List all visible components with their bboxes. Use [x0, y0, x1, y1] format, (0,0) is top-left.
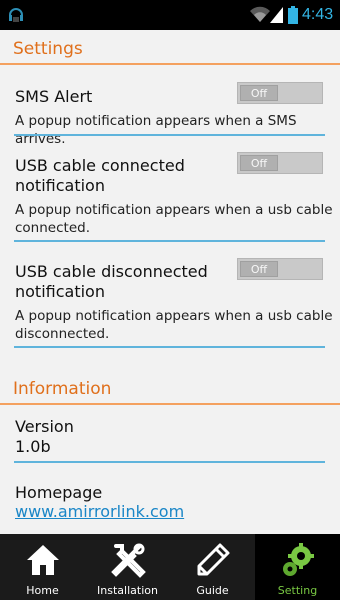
usb-disconnected-description-line1: A popup notification appears when a usb … [15, 308, 333, 324]
nav-installation[interactable]: Installation [85, 534, 170, 600]
homepage-item[interactable]: Homepage www.amirrorlink.com [0, 480, 340, 534]
homepage-label: Homepage [15, 483, 103, 502]
nav-home[interactable]: Home [0, 534, 85, 600]
usb-disconnected-description-line2: disconnected. [15, 326, 110, 342]
section-divider [0, 63, 340, 65]
nav-installation-label: Installation [97, 584, 158, 597]
toggle-knob: Off [240, 155, 278, 171]
item-divider [14, 134, 325, 136]
settings-section-header: Settings [0, 32, 340, 65]
usb-disconnected-label-line1: USB cable disconnected [15, 262, 208, 281]
settings-content[interactable]: Settings SMS Alert Off A popup notificat… [0, 30, 340, 534]
nav-home-label: Home [26, 584, 59, 597]
usb-disconnected-item[interactable]: USB cable disconnected notification Off … [0, 254, 340, 350]
pencil-icon [197, 543, 229, 576]
usb-connected-label-line2: notification [15, 176, 105, 195]
wifi-icon [250, 6, 270, 22]
item-divider [14, 240, 325, 242]
usb-connected-description-line1: A popup notification appears when a usb … [15, 202, 333, 218]
battery-icon [288, 6, 298, 24]
usb-connected-description-line2: connected. [15, 220, 90, 236]
status-clock: 4:43 [302, 6, 334, 23]
sms-alert-label: SMS Alert [15, 87, 93, 106]
nav-guide-label: Guide [196, 584, 229, 597]
information-section-title: Information [13, 379, 112, 399]
usb-connected-toggle[interactable]: Off [237, 152, 323, 174]
nav-setting[interactable]: Setting [255, 534, 340, 600]
section-divider [0, 403, 340, 405]
bottom-nav: Home Installation Guide Setting [0, 534, 340, 600]
headset-icon [9, 8, 23, 22]
tools-icon [110, 543, 146, 578]
sms-alert-description: A popup notification appears when a SMS … [15, 113, 297, 147]
toggle-knob: Off [240, 85, 278, 101]
information-section-header: Information [0, 372, 340, 405]
usb-disconnected-label-line2: notification [15, 282, 105, 301]
gears-icon [282, 543, 314, 576]
version-label: Version [15, 417, 74, 436]
toggle-knob: Off [240, 261, 278, 277]
usb-disconnected-toggle[interactable]: Off [237, 258, 323, 280]
version-item: Version 1.0b [0, 414, 340, 466]
sms-alert-toggle[interactable]: Off [237, 82, 323, 104]
homepage-link[interactable]: www.amirrorlink.com [15, 502, 184, 521]
house-icon [26, 545, 59, 575]
version-value: 1.0b [15, 437, 51, 456]
signal-icon [270, 7, 283, 23]
usb-connected-label-line1: USB cable connected [15, 156, 185, 175]
nav-guide[interactable]: Guide [170, 534, 255, 600]
settings-section-title: Settings [13, 39, 83, 59]
usb-connected-item[interactable]: USB cable connected notification Off A p… [0, 148, 340, 244]
status-bar: 4:43 [0, 0, 340, 30]
item-divider [14, 461, 325, 463]
item-divider [14, 346, 325, 348]
sms-alert-item[interactable]: SMS Alert Off A popup notification appea… [0, 74, 340, 147]
nav-setting-label: Setting [277, 584, 318, 597]
